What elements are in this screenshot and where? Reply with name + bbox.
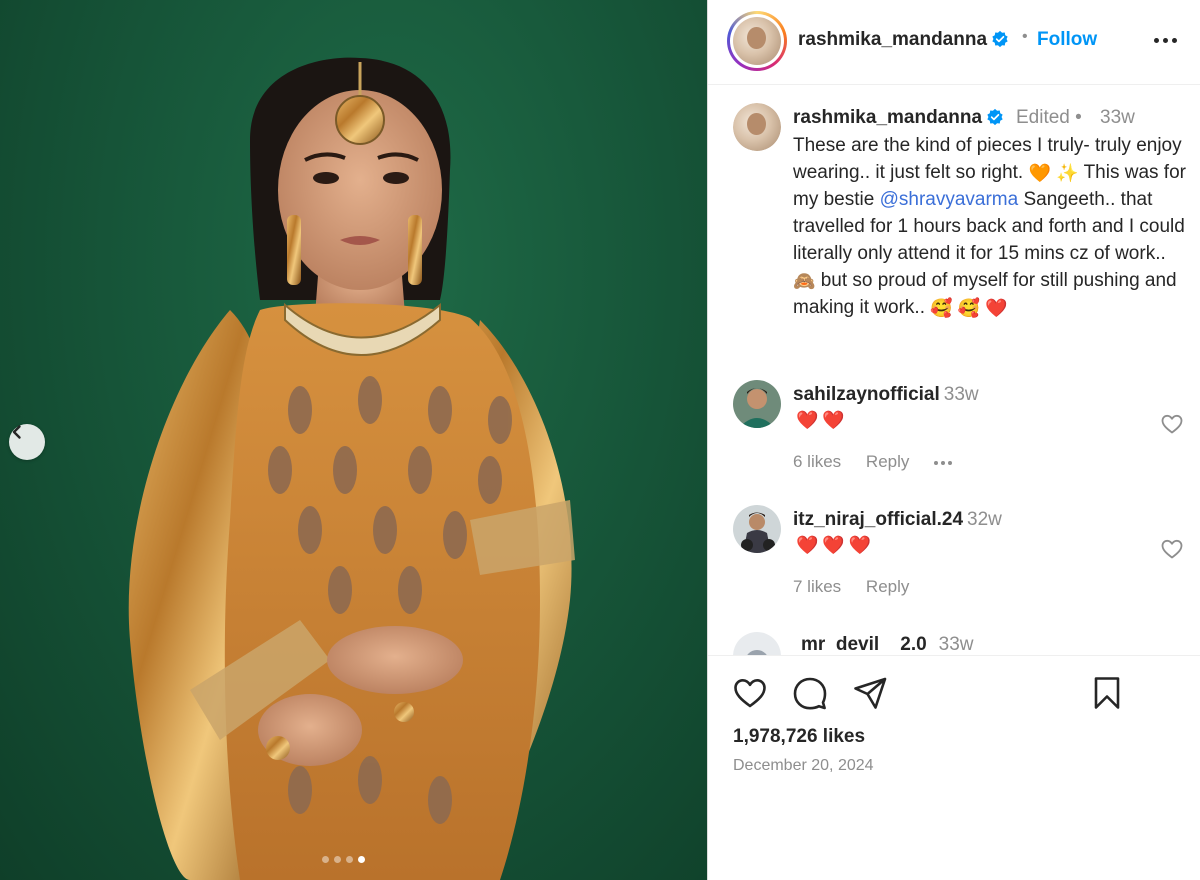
post-actions: 1,978,726 likes December 20, 2024 bbox=[708, 655, 1200, 880]
caption-username[interactable]: rashmika_mandanna bbox=[793, 107, 982, 128]
more-dot bbox=[1154, 37, 1159, 43]
user-avatar-image bbox=[733, 505, 781, 553]
caption-timestamp[interactable]: 33w bbox=[1100, 107, 1135, 129]
comment-timestamp: 33w bbox=[943, 384, 979, 405]
post-header: rashmika_mandanna • Follow bbox=[708, 0, 1200, 85]
reply-button[interactable]: Reply bbox=[866, 452, 909, 471]
monkey-emoji: 🙈 bbox=[793, 271, 816, 291]
comment-avatar[interactable] bbox=[733, 632, 781, 655]
user-avatar-image bbox=[733, 632, 781, 655]
verified-badge-icon bbox=[987, 108, 1003, 126]
comment-item: itz_niraj_official.24 32w ❤️❤️❤️ 7 likes … bbox=[708, 505, 1200, 625]
post-side-panel: rashmika_mandanna • Follow rashmika_mand… bbox=[707, 0, 1200, 880]
author-username[interactable]: rashmika_mandanna bbox=[798, 29, 987, 50]
reply-button[interactable]: Reply bbox=[866, 577, 909, 596]
comment-avatar[interactable] bbox=[733, 505, 781, 553]
carousel-dot-active bbox=[358, 856, 365, 863]
comments-list[interactable]: sahilzaynofficial 33w ❤️❤️ 6 likes Reply … bbox=[708, 360, 1200, 655]
story-ring[interactable] bbox=[727, 11, 787, 71]
share-paper-plane-icon[interactable] bbox=[852, 675, 888, 711]
mention-link[interactable]: @shravyavarma bbox=[880, 189, 1019, 210]
header-separator: • bbox=[1022, 28, 1028, 45]
avatar bbox=[733, 103, 781, 151]
comment-text: ❤️❤️❤️ bbox=[796, 535, 876, 555]
caption-avatar[interactable] bbox=[733, 103, 781, 151]
comment-options-button[interactable] bbox=[934, 460, 953, 465]
user-avatar-image bbox=[733, 380, 781, 428]
more-options-button[interactable] bbox=[1154, 28, 1182, 52]
comment-username[interactable]: sahilzaynofficial bbox=[793, 384, 940, 405]
more-dot bbox=[1163, 37, 1168, 43]
likes-count[interactable]: 1,978,726 likes bbox=[733, 726, 865, 748]
carousel-indicator bbox=[322, 856, 365, 863]
comment-item: sahilzaynofficial 33w ❤️❤️ 6 likes Reply bbox=[708, 380, 1200, 500]
comment-likes-count[interactable]: 7 likes bbox=[793, 577, 841, 596]
like-heart-icon[interactable] bbox=[732, 675, 768, 711]
hearts-emoji: 🥰 🥰 ❤️ bbox=[930, 298, 1008, 318]
verified-badge-icon bbox=[992, 30, 1008, 48]
comment-avatar[interactable] bbox=[733, 380, 781, 428]
comment-username[interactable]: mr devil 2.0 bbox=[801, 634, 927, 655]
comment-text: ❤️❤️ bbox=[796, 410, 849, 430]
comment-timestamp: 33w bbox=[938, 634, 974, 655]
chevron-left-icon bbox=[12, 425, 21, 439]
carousel-dot bbox=[334, 856, 341, 863]
carousel-prev-button[interactable] bbox=[9, 424, 45, 460]
follow-button[interactable]: Follow bbox=[1037, 29, 1097, 51]
post-date: December 20, 2024 bbox=[733, 757, 874, 774]
comment-bubble-icon[interactable] bbox=[792, 675, 828, 711]
bookmark-icon[interactable] bbox=[1089, 675, 1125, 711]
orange-heart-emoji: 🧡 bbox=[1028, 163, 1051, 183]
more-dot bbox=[1172, 37, 1177, 43]
carousel-dot bbox=[322, 856, 329, 863]
more-dot bbox=[948, 460, 953, 465]
sparkles-emoji: ✨ bbox=[1056, 163, 1079, 183]
comment-item: mr devil 2.0 33w bbox=[708, 630, 1200, 655]
comment-timestamp: 32w bbox=[967, 509, 1002, 530]
more-dot bbox=[941, 460, 946, 465]
post-caption: These are the kind of pieces I truly- tr… bbox=[793, 132, 1188, 321]
carousel-dot bbox=[346, 856, 353, 863]
edited-label: Edited • bbox=[1016, 107, 1082, 128]
comment-username[interactable]: itz_niraj_official.24 bbox=[793, 509, 963, 530]
comment-like-heart-icon[interactable] bbox=[1159, 412, 1185, 436]
more-dot bbox=[934, 460, 939, 465]
comment-like-heart-icon[interactable] bbox=[1159, 537, 1185, 561]
avatar bbox=[733, 17, 781, 65]
portrait-illustration bbox=[128, 57, 575, 880]
post-photo bbox=[0, 0, 707, 880]
comment-likes-count[interactable]: 6 likes bbox=[793, 452, 841, 471]
